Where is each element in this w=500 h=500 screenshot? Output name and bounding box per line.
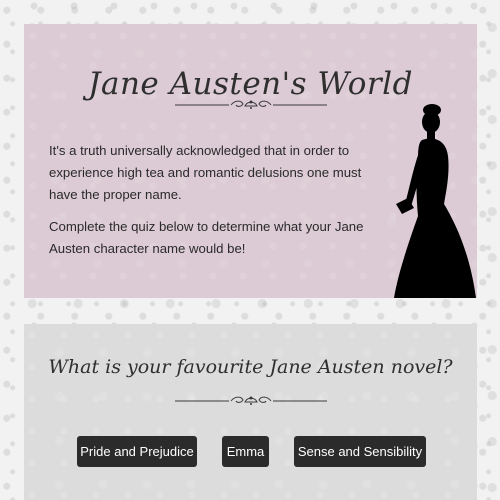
answer-button-emma[interactable]: Emma <box>222 436 269 467</box>
quiz-question: What is your favourite Jane Austen novel… <box>48 356 453 378</box>
intro-instructions: Complete the quiz below to determine wha… <box>49 219 364 256</box>
answer-button-pride-and-prejudice[interactable]: Pride and Prejudice <box>77 436 197 467</box>
page-title: Jane Austen's World <box>88 66 413 102</box>
quiz-card: What is your favourite Jane Austen novel… <box>24 324 477 500</box>
lady-silhouette-icon <box>394 104 476 298</box>
ornamental-divider-icon <box>175 396 327 405</box>
ornamental-divider-icon <box>175 100 327 109</box>
answer-button-sense-and-sensibility[interactable]: Sense and Sensibility <box>294 436 426 467</box>
intro-card: Jane Austen's World It's a truth univers… <box>24 24 477 298</box>
intro-paragraph: It's a truth universally acknowledged th… <box>49 143 362 202</box>
